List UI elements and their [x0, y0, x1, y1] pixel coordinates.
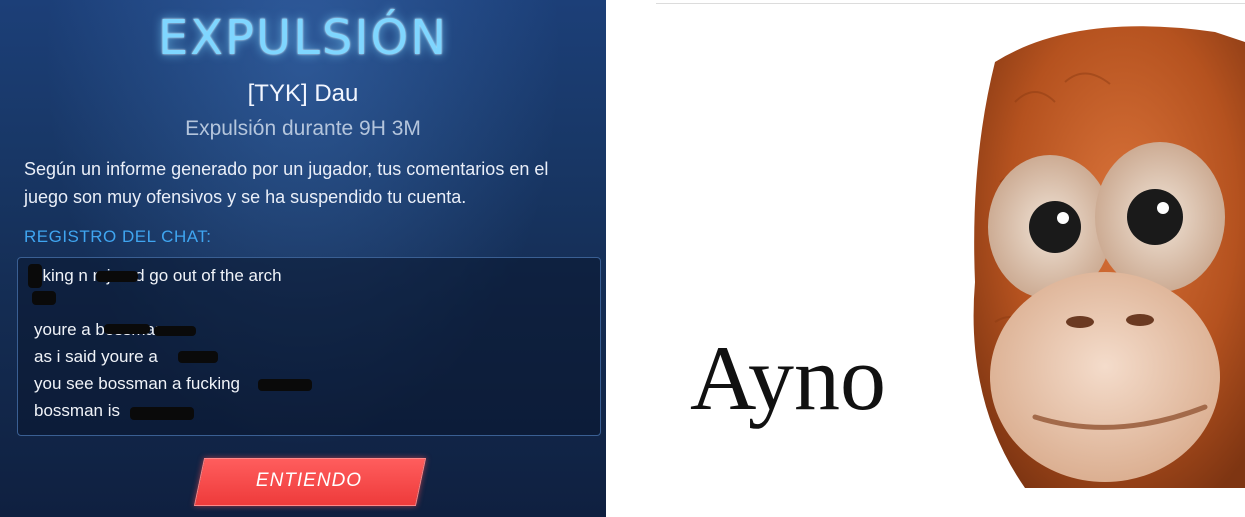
censor-mark: [28, 264, 42, 288]
censor-mark: [130, 407, 194, 420]
ban-reason: Según un informe generado por un jugador…: [24, 159, 549, 207]
understand-button[interactable]: ENTIENDO: [199, 458, 419, 504]
chat-log-label: REGISTRO DEL CHAT:: [24, 227, 212, 246]
orangutan-plush-image: [955, 22, 1245, 488]
divider: [656, 3, 1245, 4]
censor-mark: [32, 291, 56, 305]
chat-line: you see bossman a fucking: [34, 374, 241, 393]
chat-line: cking n n jared go out of the arch: [34, 266, 282, 285]
censor-mark: [96, 271, 138, 282]
chat-line: as i said youre a: [34, 347, 158, 366]
censor-mark: [154, 326, 196, 336]
chat-line: bossman is: [34, 401, 120, 420]
ban-dialog: EXPULSIÓN [TYK] Dau Expulsión durante 9H…: [0, 0, 606, 517]
censor-mark: [104, 324, 150, 334]
censor-mark: [178, 351, 218, 363]
player-name: [TYK] Dau: [247, 80, 359, 107]
meme-caption: Ayno: [690, 327, 886, 429]
ban-duration: Expulsión durante 9H 3M: [185, 117, 421, 140]
chat-log[interactable]: cking n n jared go out of the arch youre…: [17, 257, 601, 436]
dialog-title: EXPULSIÓN: [157, 10, 449, 66]
censor-mark: [258, 379, 312, 391]
